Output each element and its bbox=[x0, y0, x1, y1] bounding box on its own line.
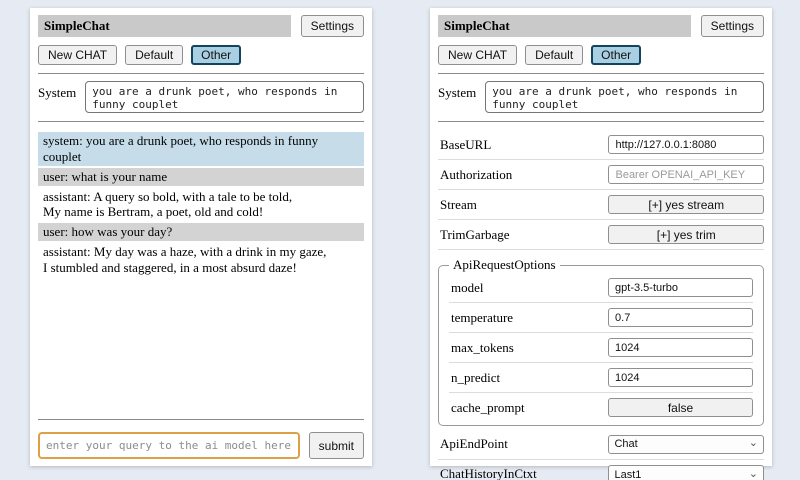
n-predict-label: n_predict bbox=[451, 370, 500, 386]
query-input[interactable] bbox=[38, 432, 300, 459]
api-endpoint-label: ApiEndPoint bbox=[440, 436, 508, 452]
settings-list: BaseURL Authorization Stream [+] yes str… bbox=[438, 130, 764, 480]
divider bbox=[38, 73, 364, 74]
setting-row-temperature: temperature bbox=[449, 303, 753, 333]
header: SimpleChat Settings bbox=[438, 15, 764, 37]
tab-default[interactable]: Default bbox=[525, 45, 583, 65]
setting-row-baseurl: BaseURL bbox=[438, 130, 764, 160]
chat-history-select[interactable]: Last1 bbox=[608, 465, 764, 480]
setting-row-model: model bbox=[449, 273, 753, 303]
system-prompt-row: System you are a drunk poet, who respond… bbox=[438, 81, 764, 113]
new-chat-button[interactable]: New CHAT bbox=[38, 45, 117, 65]
new-chat-button[interactable]: New CHAT bbox=[438, 45, 517, 65]
divider bbox=[438, 121, 764, 122]
setting-row-trimgarbage: TrimGarbage [+] yes trim bbox=[438, 220, 764, 250]
cache-prompt-toggle-button[interactable]: false bbox=[608, 398, 753, 417]
system-prompt-label: System bbox=[38, 81, 76, 101]
trimgarbage-toggle-button[interactable]: [+] yes trim bbox=[608, 225, 764, 244]
api-endpoint-select[interactable]: Chat bbox=[608, 435, 764, 454]
header: SimpleChat Settings bbox=[38, 15, 364, 37]
chat-history-label: ChatHistoryInCtxt bbox=[440, 466, 537, 480]
n-predict-input[interactable] bbox=[608, 368, 753, 387]
chat-message-system: system: you are a drunk poet, who respon… bbox=[38, 132, 364, 166]
api-request-options-fieldset: ApiRequestOptions model temperature max_… bbox=[438, 257, 764, 426]
divider bbox=[38, 121, 364, 122]
query-bar: submit bbox=[38, 432, 364, 459]
model-label: model bbox=[451, 280, 484, 296]
stream-toggle-button[interactable]: [+] yes stream bbox=[608, 195, 764, 214]
setting-row-authorization: Authorization bbox=[438, 160, 764, 190]
divider bbox=[38, 419, 364, 420]
settings-view-panel: SimpleChat Settings New CHAT Default Oth… bbox=[430, 8, 772, 466]
max-tokens-label: max_tokens bbox=[451, 340, 514, 356]
cache-prompt-label: cache_prompt bbox=[451, 400, 525, 416]
system-prompt-textarea[interactable]: you are a drunk poet, who responds in fu… bbox=[485, 81, 764, 113]
chat-history-select-wrap: Last1 ⌄ bbox=[608, 465, 764, 480]
chat-message-assistant: assistant: A query so bold, with a tale … bbox=[38, 188, 364, 222]
stream-label: Stream bbox=[440, 197, 477, 213]
setting-row-chat-history: ChatHistoryInCtxt Last1 ⌄ bbox=[438, 460, 764, 480]
submit-button[interactable]: submit bbox=[309, 432, 364, 459]
app-title: SimpleChat bbox=[438, 15, 691, 37]
api-request-options-legend: ApiRequestOptions bbox=[449, 257, 560, 273]
tab-other[interactable]: Other bbox=[591, 45, 641, 65]
system-prompt-label: System bbox=[438, 81, 476, 101]
setting-row-cache-prompt: cache_prompt false bbox=[449, 393, 753, 422]
authorization-input[interactable] bbox=[608, 165, 764, 184]
temperature-label: temperature bbox=[451, 310, 513, 326]
model-input[interactable] bbox=[608, 278, 753, 297]
api-endpoint-select-wrap: Chat ⌄ bbox=[608, 434, 764, 454]
setting-row-stream: Stream [+] yes stream bbox=[438, 190, 764, 220]
system-prompt-row: System you are a drunk poet, who respond… bbox=[38, 81, 364, 113]
chat-view-panel: SimpleChat Settings New CHAT Default Oth… bbox=[30, 8, 372, 466]
settings-button[interactable]: Settings bbox=[301, 15, 364, 37]
baseurl-input[interactable] bbox=[608, 135, 764, 154]
session-toolbar: New CHAT Default Other bbox=[438, 45, 764, 65]
tab-other[interactable]: Other bbox=[191, 45, 241, 65]
chat-message-assistant: assistant: My day was a haze, with a dri… bbox=[38, 243, 364, 277]
divider bbox=[438, 73, 764, 74]
authorization-label: Authorization bbox=[440, 167, 512, 183]
chat-message-user: user: how was your day? bbox=[38, 223, 364, 241]
chat-message-list: system: you are a drunk poet, who respon… bbox=[38, 132, 364, 411]
chat-message-user: user: what is your name bbox=[38, 168, 364, 186]
trimgarbage-label: TrimGarbage bbox=[440, 227, 510, 243]
setting-row-max-tokens: max_tokens bbox=[449, 333, 753, 363]
setting-row-api-endpoint: ApiEndPoint Chat ⌄ bbox=[438, 429, 764, 460]
tab-default[interactable]: Default bbox=[125, 45, 183, 65]
setting-row-n-predict: n_predict bbox=[449, 363, 753, 393]
app-title: SimpleChat bbox=[38, 15, 291, 37]
baseurl-label: BaseURL bbox=[440, 137, 491, 153]
session-toolbar: New CHAT Default Other bbox=[38, 45, 364, 65]
settings-button[interactable]: Settings bbox=[701, 15, 764, 37]
temperature-input[interactable] bbox=[608, 308, 753, 327]
system-prompt-textarea[interactable]: you are a drunk poet, who responds in fu… bbox=[85, 81, 364, 113]
max-tokens-input[interactable] bbox=[608, 338, 753, 357]
